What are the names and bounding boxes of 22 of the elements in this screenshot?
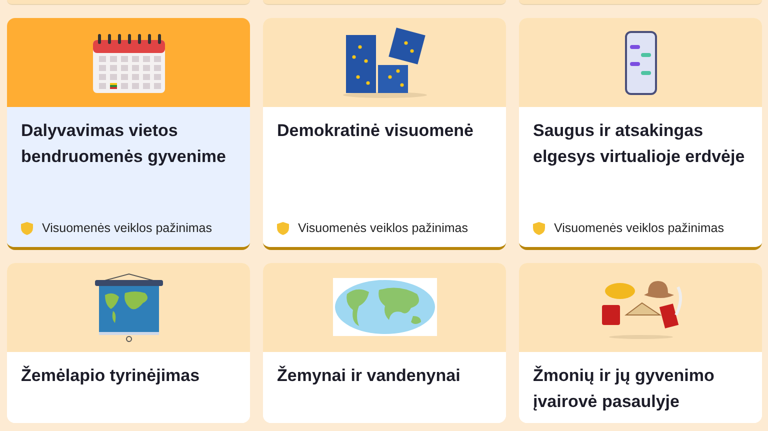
card-title: Saugus ir atsakingas elgesys virtualioje erdvėje (533, 120, 746, 168)
card-title: Žemynai ir vandenynai (277, 364, 462, 387)
card-title: Žemėlapio tyrinėjimas (21, 364, 201, 387)
category-label: Visuomenės veiklos pažinimas (298, 221, 468, 235)
shield-icon (21, 222, 33, 234)
world-map-icon (332, 278, 436, 338)
topic-card[interactable]: Demokratinė visuomenė Visuomenės veiklos pažinimas (263, 18, 506, 250)
wall-map-icon (92, 272, 164, 342)
category-label: Visuomenės veiklos pažinimas (554, 221, 724, 235)
card-title: Demokratinė visuomenė (277, 120, 475, 142)
shield-icon (277, 222, 289, 234)
calendar-icon (92, 32, 166, 94)
topic-card[interactable]: Žemėlapio tyrinėjimas (7, 263, 250, 423)
card-title: Žmonių ir jų gyvenimo įvairovė pasaulyje (533, 364, 716, 413)
phone-icon (624, 30, 656, 94)
topic-card[interactable]: Saugus ir atsakingas elgesys virtualioje erdvėje Visuomenės veiklos pažinimas (519, 18, 762, 250)
card-title: Dalyvavimas vietos bendruomenės gyvenime (21, 120, 228, 168)
category-label: Visuomenės veiklos pažinimas (42, 221, 212, 235)
topic-card[interactable]: Žmonių ir jų gyvenimo įvairovė pasaulyje (519, 263, 762, 423)
topic-card[interactable]: Dalyvavimas vietos bendruomenės gyvenime Visuomenės veiklos pažinimas (7, 18, 250, 250)
shield-icon (533, 222, 545, 234)
topic-card[interactable]: Žemynai ir vandenynai (263, 263, 506, 423)
